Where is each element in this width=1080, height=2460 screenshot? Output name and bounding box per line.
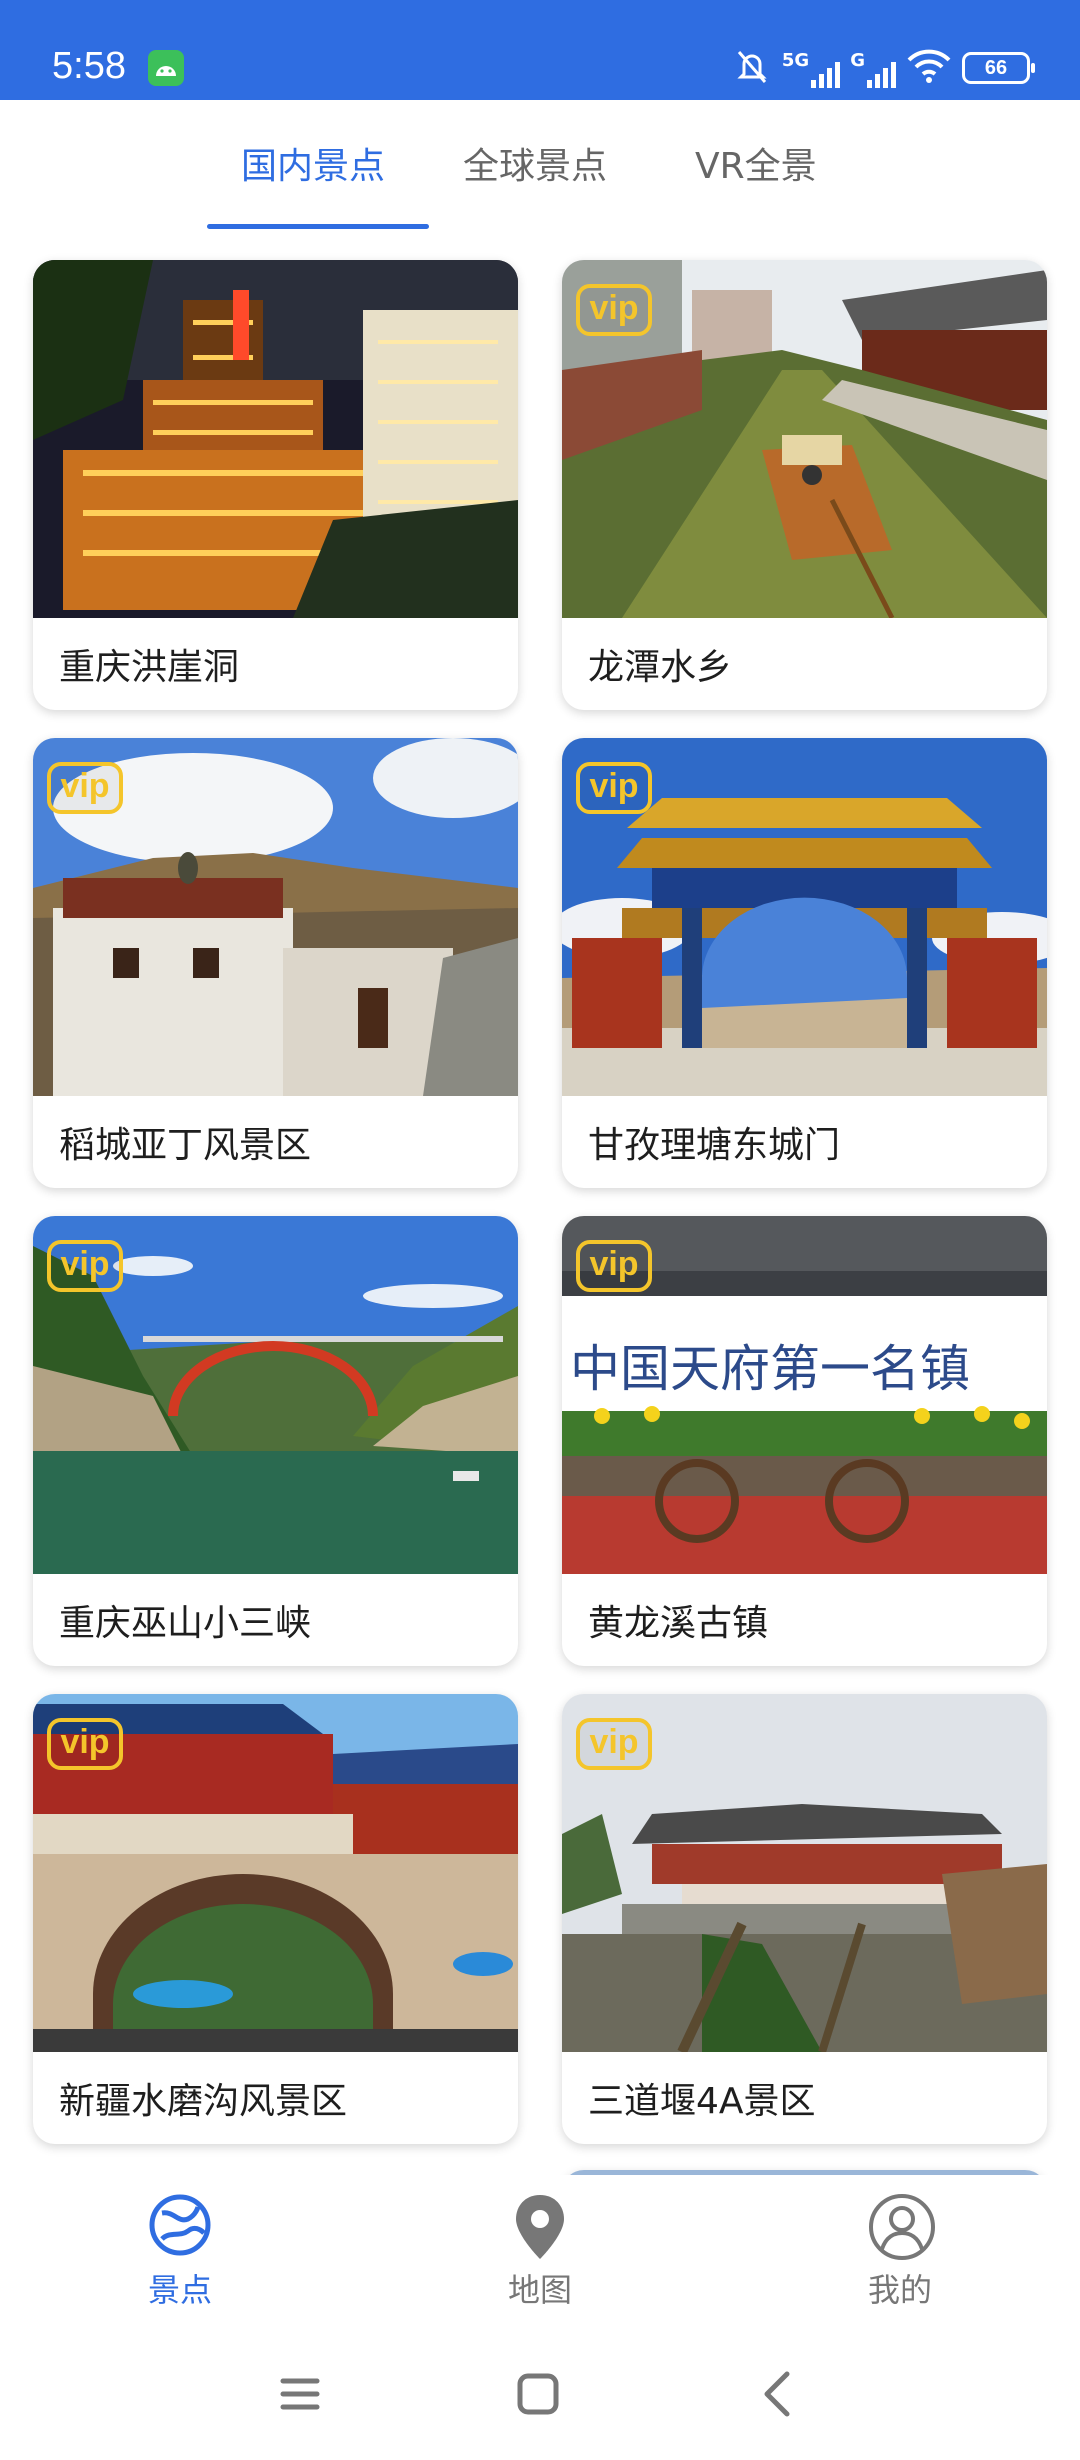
android-notification-icon (148, 50, 184, 86)
scenic-photo (33, 260, 518, 618)
vip-badge: vip (576, 762, 652, 814)
scenic-card[interactable]: vip 甘孜理塘东城门 (562, 738, 1047, 1188)
nav-label: 我的 (867, 2271, 932, 2309)
nav-item-spots[interactable]: 景点 (98, 2193, 258, 2313)
scenic-card[interactable]: vip 重庆巫山小三峡 (33, 1216, 518, 1666)
scenic-card[interactable]: 重庆洪崖洞 (33, 260, 518, 710)
scenic-card[interactable]: vip 龙潭水乡 (562, 260, 1047, 710)
nav-label: 地图 (507, 2271, 572, 2309)
scenic-card[interactable]: vip 稻城亚丁风景区 (33, 738, 518, 1188)
globe-icon (148, 2193, 212, 2265)
nav-label: 景点 (147, 2271, 212, 2309)
wifi-icon (906, 48, 952, 88)
vip-badge: vip (47, 1718, 123, 1770)
map-pin-icon (508, 2193, 572, 2265)
scenic-title: 黄龙溪古镇 (588, 1603, 769, 1644)
nav-item-profile[interactable]: 我的 (818, 2193, 978, 2313)
vip-badge: vip (576, 284, 652, 336)
scenic-title: 三道堰4A景区 (588, 2081, 816, 2122)
signal-g-icon: G (850, 48, 896, 88)
battery-icon: 66 (962, 52, 1035, 84)
tab-domestic[interactable]: 国内景点 (241, 144, 385, 190)
signal-5g-label: 5G (781, 50, 810, 71)
scenic-title: 重庆洪崖洞 (59, 647, 240, 688)
scenic-title: 甘孜理塘东城门 (588, 1125, 841, 1166)
status-indicators: 5G G 66 (732, 44, 1035, 92)
nav-item-map[interactable]: 地图 (458, 2193, 618, 2313)
scenic-card[interactable]: vip 新疆水磨沟风景区 (33, 1694, 518, 2144)
bottom-navigation: 景点 地图 我的 (0, 2175, 1080, 2325)
scenic-title: 龙潭水乡 (588, 647, 733, 688)
scenic-title: 新疆水磨沟风景区 (59, 2081, 348, 2122)
mute-bell-icon (732, 46, 772, 90)
profile-icon (868, 2193, 935, 2265)
scenic-card[interactable]: 中国天府第一名镇 vip 黄龙溪古镇 (562, 1216, 1047, 1666)
vip-badge: vip (47, 762, 123, 814)
tab-global[interactable]: 全球景点 (463, 144, 607, 190)
battery-level: 66 (984, 56, 1008, 79)
signal-5g-icon: 5G (781, 48, 841, 88)
tab-vr[interactable]: VR全景 (695, 144, 817, 190)
scenic-spot-grid: 重庆洪崖洞 vip 龙潭水乡 vip 稻城亚丁风景区 vip 甘孜理塘东城门 v… (0, 250, 1080, 2175)
category-tabs: 国内景点 全球景点 VR全景 (0, 100, 1080, 250)
vip-badge: vip (47, 1240, 123, 1292)
back-icon[interactable] (743, 2359, 813, 2429)
scenic-card[interactable]: vip 三道堰4A景区 (562, 1694, 1047, 2144)
system-navigation-bar (0, 2325, 1080, 2460)
scenic-title: 稻城亚丁风景区 (59, 1125, 312, 1166)
home-icon[interactable] (503, 2359, 573, 2429)
status-bar: 5:58 5G G 66 (0, 0, 1080, 100)
signal-g-label: G (850, 50, 865, 71)
active-tab-indicator (207, 224, 429, 229)
scenic-title: 重庆巫山小三峡 (59, 1603, 312, 1644)
status-time: 5:58 (52, 45, 126, 87)
svg-text:中国天府第一名镇: 中国天府第一名镇 (570, 1340, 970, 1398)
menu-icon[interactable] (265, 2359, 335, 2429)
vip-badge: vip (576, 1718, 652, 1770)
vip-badge: vip (576, 1240, 652, 1292)
